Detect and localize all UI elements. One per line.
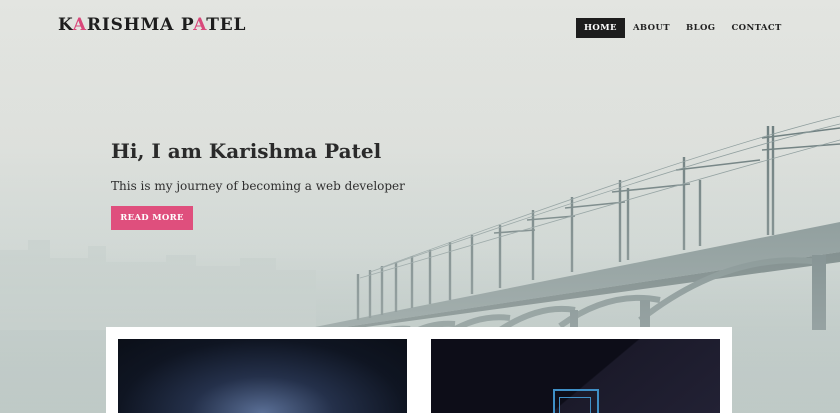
laptop-screen-icon — [559, 397, 591, 413]
nav-home[interactable]: HOME — [576, 18, 625, 38]
logo-text: RISHMA P — [86, 15, 194, 35]
hero-title: Hi, I am Karishma Patel — [111, 139, 382, 163]
card-image-laptop[interactable] — [431, 339, 720, 413]
logo-accent-letter: A — [193, 15, 207, 35]
read-more-button[interactable]: READ MORE — [111, 206, 193, 230]
nav-blog[interactable]: BLOG — [678, 18, 723, 38]
featured-cards — [106, 327, 732, 413]
logo-text: TEL — [206, 15, 247, 35]
main-navigation: HOME ABOUT BLOG CONTACT — [576, 18, 790, 38]
card-image-starry-sky[interactable] — [118, 339, 407, 413]
hero-subtitle: This is my journey of becoming a web dev… — [111, 179, 405, 193]
nav-contact[interactable]: CONTACT — [723, 18, 789, 38]
logo-text: K — [58, 15, 73, 35]
site-logo[interactable]: KARISHMA PATEL — [58, 15, 246, 35]
nav-about[interactable]: ABOUT — [625, 18, 678, 38]
logo-accent-letter: A — [72, 15, 87, 35]
